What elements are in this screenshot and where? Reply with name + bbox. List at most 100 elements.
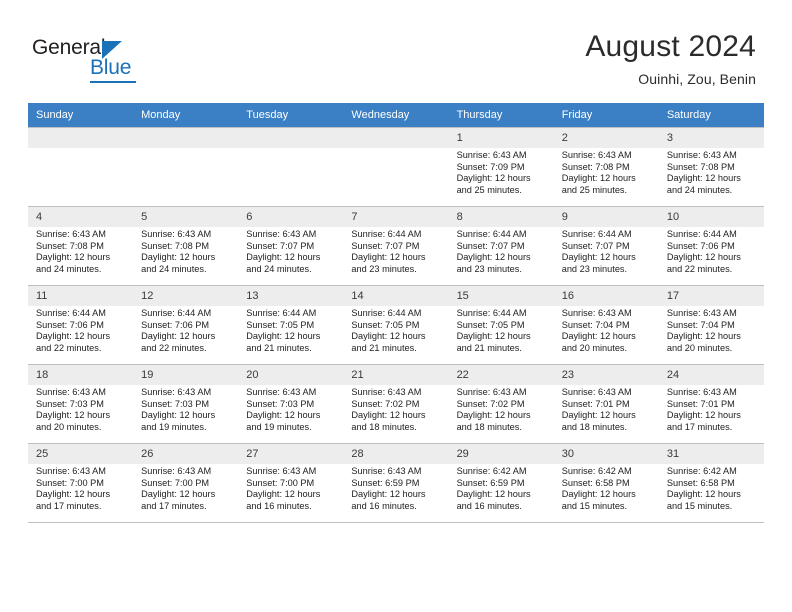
calendar-cell-inner: 29 Sunrise: 6:42 AM Sunset: 6:59 PM Dayligh… [448, 444, 554, 522]
calendar-day-number: 22 [448, 365, 554, 385]
calendar-detail-sunrise: Sunrise: 6:43 AM [351, 466, 422, 476]
calendar-day-cell[interactable]: 15 Sunrise: 6:44 AM Sunset: 7:05 PM Dayligh… [448, 285, 554, 365]
calendar-day-number: 3 [658, 128, 764, 148]
calendar-detail-daylight2: and 23 minutes. [351, 264, 417, 275]
calendar-detail-daylight2: and 22 minutes. [141, 343, 207, 354]
calendar-detail-sunrise: Sunrise: 6:43 AM [351, 387, 422, 397]
logo-underline [90, 81, 136, 83]
calendar-detail-daylight1: Daylight: 12 hours [666, 252, 741, 263]
calendar-day-cell[interactable]: 10 Sunrise: 6:44 AM Sunset: 7:06 PM Dayligh… [658, 206, 764, 286]
calendar-day-cell[interactable]: 9 Sunrise: 6:44 AM Sunset: 7:07 PM Daylight… [553, 206, 659, 286]
calendar-day-details: Sunrise: 6:43 AM Sunset: 7:03 PM Daylight:… [28, 385, 133, 434]
calendar-day-details: Sunrise: 6:43 AM Sunset: 7:00 PM Daylight:… [28, 464, 133, 513]
calendar-body: 1 Sunrise: 6:43 AM Sunset: 7:09 PM Daylight… [28, 127, 764, 523]
calendar-day-cell[interactable]: 18 Sunrise: 6:43 AM Sunset: 7:03 PM Dayligh… [28, 364, 134, 444]
weekday-header-friday: Friday [553, 103, 659, 128]
calendar-day-number: 6 [238, 207, 344, 227]
calendar-day-cell[interactable]: 7 Sunrise: 6:44 AM Sunset: 7:07 PM Daylight… [343, 206, 449, 286]
calendar-day-number: 19 [133, 365, 239, 385]
calendar-day-number: 11 [28, 286, 134, 306]
calendar-week-row: 4 Sunrise: 6:43 AM Sunset: 7:08 PM Daylight… [28, 206, 764, 286]
calendar-cell-inner: 6 Sunrise: 6:43 AM Sunset: 7:07 PM Daylight… [238, 207, 344, 285]
calendar-detail-sunset: Sunset: 6:59 PM [351, 477, 420, 488]
calendar-detail-daylight1: Daylight: 12 hours [561, 252, 636, 263]
calendar-day-details: Sunrise: 6:43 AM Sunset: 7:04 PM Daylight:… [554, 306, 659, 355]
calendar-day-number: 15 [448, 286, 554, 306]
calendar-detail-daylight1: Daylight: 12 hours [351, 410, 426, 421]
calendar-cell-inner [343, 128, 449, 206]
calendar-day-cell[interactable]: 26 Sunrise: 6:43 AM Sunset: 7:00 PM Dayligh… [133, 443, 239, 523]
calendar-detail-sunset: Sunset: 7:05 PM [351, 319, 420, 330]
calendar-cell-inner: 18 Sunrise: 6:43 AM Sunset: 7:03 PM Dayligh… [28, 365, 134, 443]
calendar-day-cell[interactable]: 19 Sunrise: 6:43 AM Sunset: 7:03 PM Dayligh… [133, 364, 239, 444]
calendar-day-details: Sunrise: 6:43 AM Sunset: 7:01 PM Daylight:… [659, 385, 764, 434]
calendar-detail-daylight1: Daylight: 12 hours [36, 331, 111, 342]
calendar-day-details: Sunrise: 6:44 AM Sunset: 7:06 PM Daylight:… [659, 227, 764, 276]
calendar-day-details: Sunrise: 6:43 AM Sunset: 7:02 PM Daylight:… [343, 385, 448, 434]
calendar-detail-daylight1: Daylight: 12 hours [666, 331, 741, 342]
calendar-cell-inner: 8 Sunrise: 6:44 AM Sunset: 7:07 PM Daylight… [448, 207, 554, 285]
calendar-day-cell[interactable]: 14 Sunrise: 6:44 AM Sunset: 7:05 PM Dayligh… [343, 285, 449, 365]
calendar-cell-inner: 25 Sunrise: 6:43 AM Sunset: 7:00 PM Dayligh… [28, 444, 134, 522]
calendar-day-cell[interactable]: 1 Sunrise: 6:43 AM Sunset: 7:09 PM Daylight… [448, 127, 554, 207]
calendar-day-number: 26 [133, 444, 239, 464]
calendar-day-details: Sunrise: 6:43 AM Sunset: 7:04 PM Daylight:… [659, 306, 764, 355]
calendar-day-cell[interactable]: 8 Sunrise: 6:44 AM Sunset: 7:07 PM Daylight… [448, 206, 554, 286]
calendar-day-cell[interactable]: 20 Sunrise: 6:43 AM Sunset: 7:03 PM Dayligh… [238, 364, 344, 444]
calendar-detail-daylight1: Daylight: 12 hours [456, 410, 531, 421]
calendar-detail-daylight1: Daylight: 12 hours [351, 331, 426, 342]
calendar-day-cell[interactable]: 3 Sunrise: 6:43 AM Sunset: 7:08 PM Daylight… [658, 127, 764, 207]
calendar-day-cell[interactable]: 13 Sunrise: 6:44 AM Sunset: 7:05 PM Dayligh… [238, 285, 344, 365]
calendar-detail-daylight1: Daylight: 12 hours [666, 489, 741, 500]
calendar-day-cell[interactable]: 5 Sunrise: 6:43 AM Sunset: 7:08 PM Daylight… [133, 206, 239, 286]
calendar-detail-sunrise: Sunrise: 6:43 AM [141, 387, 212, 397]
calendar-day-details: Sunrise: 6:44 AM Sunset: 7:05 PM Daylight:… [238, 306, 343, 355]
calendar-day-cell[interactable]: 4 Sunrise: 6:43 AM Sunset: 7:08 PM Daylight… [28, 206, 134, 286]
calendar-detail-sunset: Sunset: 7:00 PM [246, 477, 315, 488]
calendar-detail-daylight2: and 19 minutes. [141, 422, 207, 433]
calendar-day-cell[interactable]: 22 Sunrise: 6:43 AM Sunset: 7:02 PM Dayligh… [448, 364, 554, 444]
page-header: General Blue August 2024 Ouinhi, Zou, Be… [0, 0, 792, 103]
calendar-day-number: 28 [343, 444, 449, 464]
calendar-empty-cell [133, 127, 239, 207]
calendar-day-cell[interactable]: 24 Sunrise: 6:43 AM Sunset: 7:01 PM Dayligh… [658, 364, 764, 444]
calendar-day-number [28, 128, 134, 148]
calendar-detail-daylight1: Daylight: 12 hours [36, 410, 111, 421]
calendar-day-cell[interactable]: 28 Sunrise: 6:43 AM Sunset: 6:59 PM Dayligh… [343, 443, 449, 523]
calendar-detail-daylight1: Daylight: 12 hours [351, 252, 426, 263]
calendar-day-number [343, 128, 449, 148]
page-title: August 2024 [585, 30, 756, 63]
calendar-detail-daylight1: Daylight: 12 hours [36, 252, 111, 263]
calendar-detail-sunset: Sunset: 7:07 PM [351, 240, 420, 251]
calendar-day-details: Sunrise: 6:43 AM Sunset: 7:01 PM Daylight:… [554, 385, 659, 434]
calendar-detail-sunrise: Sunrise: 6:44 AM [141, 308, 212, 318]
calendar-detail-sunrise: Sunrise: 6:44 AM [666, 229, 737, 239]
calendar-cell-inner: 1 Sunrise: 6:43 AM Sunset: 7:09 PM Daylight… [448, 128, 554, 206]
calendar-day-cell[interactable]: 11 Sunrise: 6:44 AM Sunset: 7:06 PM Dayligh… [28, 285, 134, 365]
title-block: August 2024 Ouinhi, Zou, Benin [585, 28, 756, 89]
calendar-detail-daylight2: and 20 minutes. [561, 343, 628, 354]
calendar-day-cell[interactable]: 16 Sunrise: 6:43 AM Sunset: 7:04 PM Dayligh… [553, 285, 659, 365]
calendar-cell-inner: 12 Sunrise: 6:44 AM Sunset: 7:06 PM Dayligh… [133, 286, 239, 364]
calendar-detail-daylight1: Daylight: 12 hours [561, 489, 636, 500]
calendar-day-cell[interactable]: 2 Sunrise: 6:43 AM Sunset: 7:08 PM Daylight… [553, 127, 659, 207]
calendar-cell-inner: 5 Sunrise: 6:43 AM Sunset: 7:08 PM Daylight… [133, 207, 239, 285]
weekday-header-row: Sunday Monday Tuesday Wednesday Thursday… [28, 103, 764, 128]
calendar-day-number: 13 [238, 286, 344, 306]
calendar-day-cell[interactable]: 29 Sunrise: 6:42 AM Sunset: 6:59 PM Dayligh… [448, 443, 554, 523]
calendar-day-cell[interactable]: 23 Sunrise: 6:43 AM Sunset: 7:01 PM Dayligh… [553, 364, 659, 444]
calendar-detail-daylight1: Daylight: 12 hours [666, 410, 741, 421]
calendar-day-cell[interactable]: 6 Sunrise: 6:43 AM Sunset: 7:07 PM Daylight… [238, 206, 344, 286]
calendar-day-cell[interactable]: 25 Sunrise: 6:43 AM Sunset: 7:00 PM Dayligh… [28, 443, 134, 523]
calendar-day-details: Sunrise: 6:44 AM Sunset: 7:07 PM Daylight:… [449, 227, 554, 276]
calendar-detail-sunrise: Sunrise: 6:43 AM [141, 466, 212, 476]
calendar-day-cell[interactable]: 21 Sunrise: 6:43 AM Sunset: 7:02 PM Dayligh… [343, 364, 449, 444]
calendar-detail-sunrise: Sunrise: 6:43 AM [456, 150, 527, 160]
calendar-day-cell[interactable]: 30 Sunrise: 6:42 AM Sunset: 6:58 PM Dayligh… [553, 443, 659, 523]
calendar-empty-cell [343, 127, 449, 207]
calendar-day-cell[interactable]: 27 Sunrise: 6:43 AM Sunset: 7:00 PM Dayligh… [238, 443, 344, 523]
calendar-day-cell[interactable]: 12 Sunrise: 6:44 AM Sunset: 7:06 PM Dayligh… [133, 285, 239, 365]
calendar-day-cell[interactable]: 17 Sunrise: 6:43 AM Sunset: 7:04 PM Dayligh… [658, 285, 764, 365]
calendar-detail-daylight1: Daylight: 12 hours [561, 410, 636, 421]
calendar-day-cell[interactable]: 31 Sunrise: 6:42 AM Sunset: 6:58 PM Dayligh… [658, 443, 764, 523]
